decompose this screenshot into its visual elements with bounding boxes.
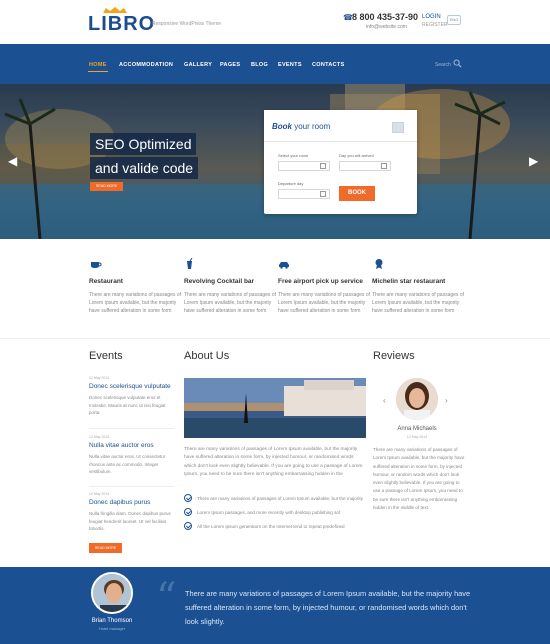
reviews-title: Reviews bbox=[373, 350, 415, 362]
calendar-icon[interactable] bbox=[320, 191, 326, 197]
event-text: Donec scelerisque vulputate eros et mole… bbox=[89, 395, 166, 415]
event-date: 12 May 2014 bbox=[89, 435, 110, 439]
testimonial-avatar bbox=[91, 572, 133, 614]
about-title: About Us bbox=[184, 350, 230, 362]
feature-text: There are many variations of passages of… bbox=[372, 292, 464, 315]
nav-accommodation[interactable]: ACCOMMODATION bbox=[119, 62, 173, 68]
top-bar bbox=[0, 0, 550, 44]
event-text: Nulla fringilla diam. Donec dapibus puru… bbox=[89, 511, 171, 531]
feature-title: Revolving Cocktail bar bbox=[184, 278, 255, 285]
check-icon bbox=[184, 508, 192, 516]
event-date: 12 May 2014 bbox=[89, 492, 110, 496]
quote-icon: “ bbox=[156, 575, 177, 621]
testimonial-name: Brian Thomson bbox=[91, 618, 133, 624]
events-title: Events bbox=[89, 350, 123, 362]
booking-title: Book your room bbox=[272, 122, 330, 131]
medal-icon bbox=[375, 259, 383, 269]
search-icon[interactable] bbox=[453, 59, 462, 68]
testimonial-role: Hotel manager bbox=[98, 626, 126, 631]
search-input[interactable]: Search bbox=[435, 62, 451, 68]
slider-prev-button[interactable]: ◀ bbox=[8, 154, 18, 168]
hero-read-more-button[interactable]: READ MORE bbox=[90, 182, 123, 191]
about-image bbox=[184, 378, 366, 438]
cup-icon bbox=[91, 262, 102, 268]
nav-contacts[interactable]: CONTACTS bbox=[312, 62, 345, 68]
cocktail-icon bbox=[187, 258, 193, 269]
bullet-text: All the Lorem Ipsum generators on the In… bbox=[197, 524, 345, 529]
event-title[interactable]: Donec dapibus purus bbox=[89, 499, 150, 506]
feature-text: There are many variations of passages of… bbox=[278, 292, 370, 315]
language-select[interactable]: ENG bbox=[447, 15, 461, 25]
hero-subtitle: and valide code bbox=[90, 157, 199, 179]
hero-title: SEO Optimized bbox=[90, 133, 197, 155]
reviewer-name: Anna Michaels bbox=[397, 426, 437, 432]
event-date: 12 May 2014 bbox=[89, 376, 110, 380]
testimonial-quote: There are many variations of passages of… bbox=[185, 589, 471, 626]
nav-home[interactable]: HOME bbox=[89, 62, 107, 68]
bullet-text: Lorem Ipsum passages, and more recently … bbox=[197, 510, 341, 515]
event-title[interactable]: Donec scelerisque vulputate bbox=[89, 383, 171, 390]
nav-active-indicator bbox=[88, 71, 108, 72]
event-divider bbox=[89, 486, 174, 487]
logo[interactable]: LIBRO bbox=[88, 13, 155, 36]
nav-pages[interactable]: PAGES bbox=[220, 62, 240, 68]
feature-title: Free airport pick up service bbox=[278, 278, 363, 285]
check-icon bbox=[184, 494, 192, 502]
car-icon bbox=[279, 262, 289, 269]
event-text: Nulla vitae auctor eros. Ut consectetur … bbox=[89, 454, 166, 474]
calendar-icon[interactable] bbox=[381, 163, 387, 169]
tagline: Responsive WordPress Theme bbox=[152, 21, 222, 27]
login-link[interactable]: LOGIN bbox=[422, 14, 441, 20]
review-next-button[interactable]: › bbox=[445, 396, 448, 405]
nav-events[interactable]: EVENTS bbox=[278, 62, 302, 68]
events-read-more-button[interactable]: READ MORE bbox=[89, 543, 122, 553]
departure-label: Departure day bbox=[278, 181, 304, 186]
book-button[interactable]: BOOK bbox=[339, 186, 375, 201]
review-date: 12 May 2014 bbox=[406, 435, 428, 439]
feature-text: There are many variations of passages of… bbox=[89, 292, 181, 315]
booking-title-rest: your room bbox=[294, 122, 331, 131]
feature-title: Michelin star restaurant bbox=[372, 278, 446, 285]
main-nav bbox=[0, 44, 550, 84]
slider-next-button[interactable]: ▶ bbox=[529, 154, 539, 168]
phone-number: 8 800 435-37-90 bbox=[352, 12, 419, 22]
booking-title-bold: Book bbox=[272, 122, 292, 131]
feature-text: There are many variations of passages of… bbox=[184, 292, 276, 315]
calendar-icon bbox=[392, 122, 404, 133]
section-divider bbox=[0, 338, 550, 339]
reviewer-avatar bbox=[396, 378, 438, 420]
review-text: There are many variations of passages of… bbox=[373, 447, 465, 511]
check-icon bbox=[184, 522, 192, 530]
nav-blog[interactable]: BLOG bbox=[251, 62, 268, 68]
arrival-label: Day you will arrived bbox=[339, 153, 374, 158]
nav-gallery[interactable]: GALLERY bbox=[184, 62, 212, 68]
room-label: Select your room bbox=[278, 153, 309, 158]
register-link[interactable]: REGISTER bbox=[422, 22, 448, 28]
email-link[interactable]: info@website.com bbox=[366, 24, 407, 30]
about-text: There are many variations of passages of… bbox=[184, 447, 363, 477]
event-title[interactable]: Nulla vitae auctor eros bbox=[89, 442, 154, 449]
page: { "header": { "logo_text": "LIBRO", "tag… bbox=[0, 0, 550, 644]
dropdown-icon bbox=[320, 163, 326, 169]
feature-title: Restaurant bbox=[89, 278, 123, 285]
bullet-text: There are many variations of passages of… bbox=[197, 496, 363, 501]
review-prev-button[interactable]: ‹ bbox=[383, 396, 386, 405]
event-divider bbox=[89, 428, 174, 429]
